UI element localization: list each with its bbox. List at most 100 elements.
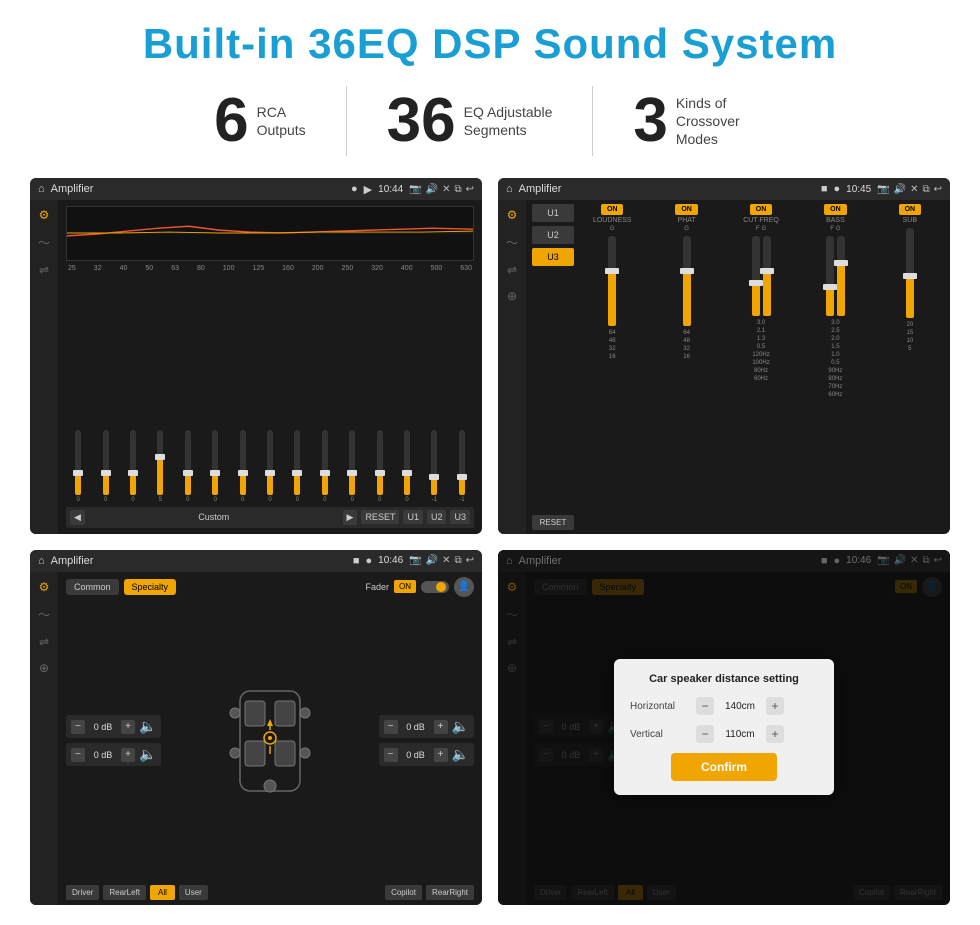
next-btn[interactable]: ▶ [343, 510, 358, 525]
arrows-icon-1[interactable]: ⇌ [39, 263, 49, 277]
camera-icon-3: 📷 [409, 555, 421, 566]
eq-track-3[interactable] [157, 430, 163, 495]
sub-track[interactable] [906, 228, 914, 318]
all-btn[interactable]: All [150, 885, 175, 900]
preset-u3[interactable]: U3 [532, 248, 574, 266]
screen1-content: ⚙ 〜 ⇌ [30, 200, 482, 534]
eq-track-13[interactable] [431, 430, 437, 495]
rearright-btn[interactable]: RearRight [426, 885, 474, 900]
dialog-vertical-plus[interactable]: + [766, 725, 784, 743]
cutfreq-track1[interactable] [752, 236, 760, 316]
reset-btn-1[interactable]: RESET [361, 510, 399, 524]
eq-track-2[interactable] [130, 430, 136, 495]
eq-graph [66, 206, 474, 261]
user-btn[interactable]: User [179, 885, 208, 900]
sidebar-3: ⚙ 〜 ⇌ ⊕ [30, 572, 58, 906]
eq-slider-7: 0 [258, 430, 282, 503]
eq-track-9[interactable] [322, 430, 328, 495]
rearleft-btn[interactable]: RearLeft [103, 885, 146, 900]
screen2-content: ⚙ 〜 ⇌ ⊕ U1 U2 U3 RESET ON [498, 200, 950, 534]
fader-fr-minus[interactable]: − [384, 720, 398, 734]
eq-icon-active[interactable]: ⚙ [39, 208, 50, 222]
eq-track-12[interactable] [404, 430, 410, 495]
phat-toggle[interactable]: ON [675, 204, 698, 215]
dialog-horizontal-plus[interactable]: + [766, 697, 784, 715]
dialog-box: Car speaker distance setting Horizontal … [614, 659, 834, 795]
eq-track-5[interactable] [212, 430, 218, 495]
fader-tab-common[interactable]: Common [66, 579, 119, 595]
split-icon-2[interactable]: ⊕ [507, 289, 517, 303]
u2-btn[interactable]: U2 [427, 510, 447, 524]
bass-track2[interactable] [837, 236, 845, 316]
dialog-horizontal-minus[interactable]: − [696, 697, 714, 715]
main-title: Built-in 36EQ DSP Sound System [143, 20, 837, 68]
bass-val3: 2.0 [831, 336, 839, 342]
fader-fl-value: 0 dB [89, 722, 117, 732]
eq-track-7[interactable] [267, 430, 273, 495]
u3-btn[interactable]: U3 [450, 510, 470, 524]
arrows-icon-2[interactable]: ⇌ [507, 263, 517, 277]
phat-freq: 64 [683, 330, 690, 336]
eq-icon-3[interactable]: ⚙ [39, 580, 50, 594]
page-container: Built-in 36EQ DSP Sound System 6 RCAOutp… [0, 0, 980, 925]
fader-tab-specialty[interactable]: Specialty [124, 579, 177, 595]
eq-val-1: 0 [104, 497, 107, 503]
freq-50: 50 [145, 265, 153, 272]
cutfreq-toggle[interactable]: ON [750, 204, 773, 215]
eq-track-8[interactable] [294, 430, 300, 495]
fader-rl-plus[interactable]: + [121, 748, 135, 762]
eq-track-14[interactable] [459, 430, 465, 495]
bass-track1[interactable] [826, 236, 834, 316]
wave-icon-1[interactable]: 〜 [38, 234, 50, 251]
eq-track-6[interactable] [240, 430, 246, 495]
reset-btn-2[interactable]: RESET [532, 515, 574, 530]
eq-track-10[interactable] [349, 430, 355, 495]
eq-icon-2[interactable]: ⚙ [507, 208, 518, 222]
eq-track-11[interactable] [377, 430, 383, 495]
crossover-presets: U1 U2 U3 RESET [532, 204, 574, 530]
confirm-button[interactable]: Confirm [671, 753, 777, 781]
window-icon-1: ⧉ [454, 184, 461, 195]
eq-val-2: 0 [131, 497, 134, 503]
driver-btn[interactable]: Driver [66, 885, 99, 900]
wave-icon-3[interactable]: 〜 [38, 606, 50, 623]
fader-bottom: Driver RearLeft All User Copilot RearRig… [66, 885, 474, 900]
eq-track-1[interactable] [103, 430, 109, 495]
prev-btn[interactable]: ◀ [70, 510, 85, 525]
wave-icon-2[interactable]: 〜 [506, 234, 518, 251]
fader-slider[interactable] [421, 581, 449, 593]
sub-toggle[interactable]: ON [899, 204, 922, 215]
fader-toggle[interactable]: ON [394, 580, 416, 593]
profile-icon-3[interactable]: 👤 [454, 577, 474, 597]
freq-500: 500 [431, 265, 443, 272]
fader-fl-minus[interactable]: − [71, 720, 85, 734]
u1-btn[interactable]: U1 [403, 510, 423, 524]
eq-track-0[interactable] [75, 430, 81, 495]
phat-track[interactable] [683, 236, 691, 326]
fader-fr-plus[interactable]: + [434, 720, 448, 734]
preset-u2[interactable]: U2 [532, 226, 574, 244]
sub-val1: 20 [906, 322, 913, 328]
dialog-vertical-minus[interactable]: − [696, 725, 714, 743]
time-1: 10:44 [378, 184, 403, 195]
dialog-label-vertical: Vertical [630, 729, 690, 740]
fader-rl-value: 0 dB [89, 750, 117, 760]
bass-g: G [836, 226, 841, 232]
dialog-horizontal-value: 140cm [720, 701, 760, 712]
copilot-btn[interactable]: Copilot [385, 885, 422, 900]
bass-val2: 2.5 [831, 328, 839, 334]
loudness-toggle[interactable]: ON [601, 204, 624, 215]
cutfreq-track2[interactable] [763, 236, 771, 316]
fader-rr-plus[interactable]: + [434, 748, 448, 762]
eq-slider-5: 0 [203, 430, 227, 503]
loudness-track[interactable] [608, 236, 616, 326]
fader-rr-minus[interactable]: − [384, 748, 398, 762]
fader-rl-minus[interactable]: − [71, 748, 85, 762]
back-icon-1: ↩ [466, 184, 474, 195]
bass-toggle[interactable]: ON [824, 204, 847, 215]
split-icon-3[interactable]: ⊕ [39, 661, 49, 675]
preset-u1[interactable]: U1 [532, 204, 574, 222]
arrows-icon-3[interactable]: ⇌ [39, 635, 49, 649]
eq-track-4[interactable] [185, 430, 191, 495]
fader-fl-plus[interactable]: + [121, 720, 135, 734]
